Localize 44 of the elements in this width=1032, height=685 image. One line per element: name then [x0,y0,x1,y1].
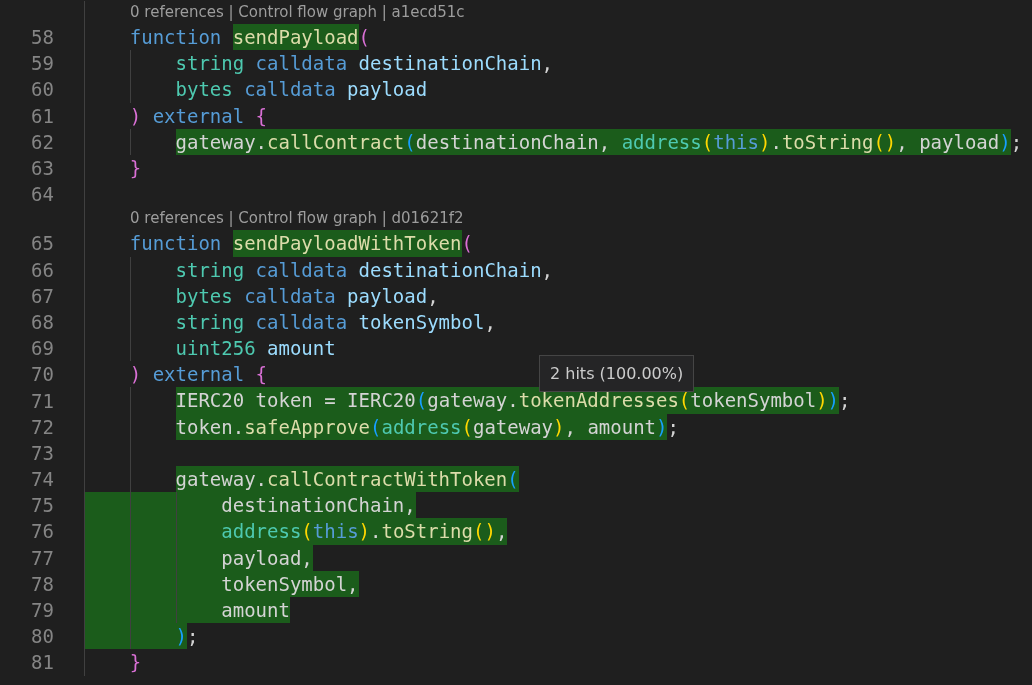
code-line: string calldata destinationChain, [175,51,554,77]
code-line: token.safeApprove(address(gateway), amount); [175,413,679,440]
line-number: 62 [31,129,54,155]
line-number: 68 [31,309,54,335]
code-line: uint256 amount [175,336,336,362]
line-number: 61 [31,103,54,129]
line-number: 77 [31,545,54,571]
line-number: 69 [31,336,54,362]
code-line: gateway.callContract(destinationChain, address(this).toString(), payload); [175,128,1023,155]
hover-tooltip: 2 hits (100.00%) [539,355,695,392]
code-line: gateway.callContractWithToken( [175,466,519,493]
code-line: string calldata tokenSymbol, [175,309,496,335]
code-line: ) external { [129,362,268,388]
line-number: 75 [31,493,54,519]
codelens[interactable]: 0 references | Control flow graph | a1ecd51c [84,1,465,24]
line-number: 70 [31,362,54,388]
line-number: 63 [31,156,54,182]
code-line: function sendPayload( [129,24,370,51]
line-number: 64 [31,182,54,208]
line-number: 67 [31,283,54,309]
code-line: bytes calldata payload, [175,283,439,309]
line-number: 66 [31,257,54,283]
code-line: function sendPayloadWithToken( [129,230,473,257]
line-number: 60 [31,77,54,103]
line-number: 78 [31,571,54,597]
line-number: 74 [31,467,54,493]
indent-guide [130,128,131,155]
code-line: address(this).toString(), [221,518,508,545]
line-number: 79 [31,598,54,624]
code-line: bytes calldata payload [175,77,428,103]
line-number: 80 [31,624,54,650]
code-line: } [129,650,142,676]
code-line: } [129,155,142,181]
codelens[interactable]: 0 references | Control flow graph | d01621f2 [84,207,464,231]
code-line: ) external { [129,103,268,129]
line-number: 59 [31,51,54,77]
line-number: 76 [31,519,54,545]
line-number: 73 [31,440,54,466]
line-number: 71 [31,388,54,414]
line-number: 81 [31,650,54,676]
line-number: 65 [31,231,54,257]
line-number: 72 [31,414,54,440]
line-number: 58 [31,25,54,51]
code-line: string calldata destinationChain, [175,257,554,283]
